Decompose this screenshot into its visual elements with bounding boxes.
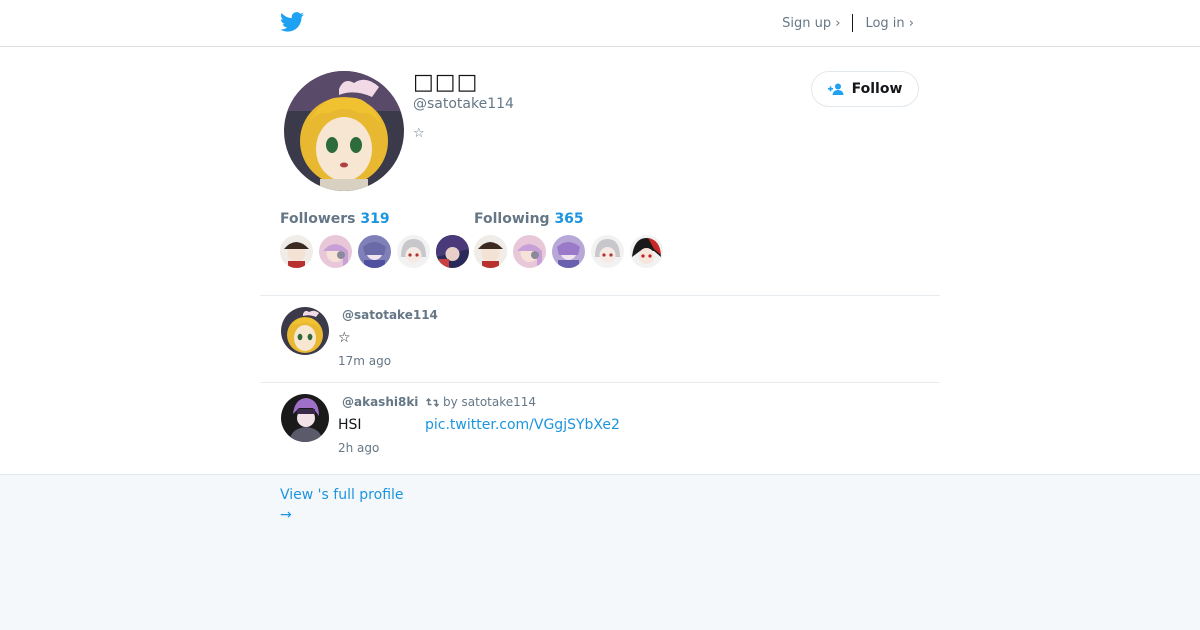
avatar-image [284, 71, 404, 191]
tweet-username[interactable]: @akashi8ki [342, 395, 418, 409]
follower-avatar[interactable] [397, 235, 430, 268]
profile-name: □□□ [413, 70, 479, 95]
add-user-icon [827, 83, 844, 95]
follow-button[interactable]: Follow [811, 71, 919, 107]
retweet-indicator: by satotake114 [426, 395, 536, 409]
followers-avatar-row [280, 235, 475, 268]
tweet-timestamp[interactable]: 17m ago [338, 354, 391, 368]
tweet-avatar[interactable] [281, 394, 329, 442]
top-bar: Sign up › Log in › [0, 0, 1200, 47]
tweet-username[interactable]: @satotake114 [342, 308, 438, 322]
following-avatar[interactable] [552, 235, 585, 268]
follow-label: Follow [851, 81, 903, 97]
twitter-bird-icon[interactable] [280, 11, 304, 33]
following-avatar[interactable] [474, 235, 507, 268]
following-count: 365 [554, 211, 584, 227]
view-full-profile-link[interactable]: View 's full profile → [280, 485, 404, 525]
follower-avatar[interactable] [358, 235, 391, 268]
following-label: Following [474, 211, 550, 227]
tweet-item[interactable]: @akashi8ki by satotake114 HSI pic.twitte… [260, 383, 940, 473]
view-profile-label: View 's full profile [280, 487, 404, 503]
tweet-timestamp[interactable]: 2h ago [338, 441, 379, 455]
followers-stat[interactable]: Followers 319 [280, 211, 390, 227]
auth-links: Sign up › Log in › [782, 14, 914, 32]
tweet-text: ☆ [338, 330, 351, 346]
profile-bio: ☆ [413, 126, 425, 141]
followers-label: Followers [280, 211, 356, 227]
tweet-text: HSI [338, 417, 362, 433]
follower-avatar[interactable] [319, 235, 352, 268]
divider [852, 14, 854, 32]
follower-avatar[interactable] [280, 235, 313, 268]
followers-count: 319 [360, 211, 390, 227]
following-avatar[interactable] [513, 235, 546, 268]
arrow-right-icon: → [280, 507, 292, 523]
following-avatar[interactable] [591, 235, 624, 268]
following-avatar[interactable] [630, 235, 663, 268]
retweet-icon [426, 397, 439, 407]
sign-up-link[interactable]: Sign up › [782, 16, 840, 31]
tweet-avatar[interactable] [281, 307, 329, 355]
tweet-item[interactable]: @satotake114 ☆ 17m ago [260, 296, 940, 382]
tweet-media-link[interactable]: pic.twitter.com/VGgjSYbXe2 [425, 417, 620, 433]
following-avatar-row [474, 235, 669, 268]
profile-card: □□□ @satotake114 ☆ Follow Followers 319 … [0, 47, 1200, 475]
profile-avatar[interactable] [284, 71, 404, 191]
retweet-by-text[interactable]: by satotake114 [443, 395, 536, 409]
log-in-link[interactable]: Log in › [865, 16, 914, 31]
profile-handle: @satotake114 [413, 96, 514, 112]
following-stat[interactable]: Following 365 [474, 211, 584, 227]
follower-avatar[interactable] [436, 235, 469, 268]
